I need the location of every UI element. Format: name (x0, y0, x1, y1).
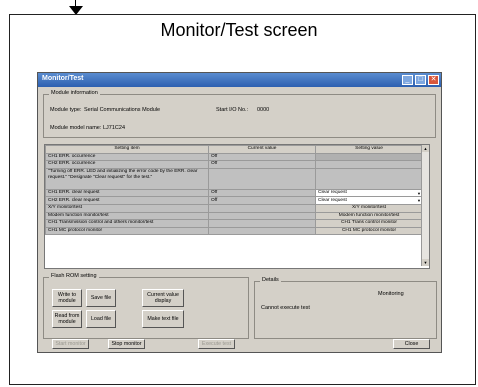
table-row: X/Y monitor/test X/Y monitor/test (45, 203, 423, 213)
cell-setting (315, 160, 423, 169)
start-io-label: Start I/O No.: (216, 107, 249, 113)
cell-current (208, 211, 316, 221)
settings-grid: Setting item Current value Setting value… (44, 144, 430, 269)
load-file-button[interactable]: Load file (86, 310, 116, 328)
cell-item: "Turning off ERR. LED and initializing t… (45, 167, 209, 190)
cell-item: Modem function monitor/test (45, 211, 209, 221)
ch2-clear-request-select[interactable]: Clear request ▼ (315, 196, 423, 205)
header-current-value[interactable]: Current value (208, 145, 316, 154)
module-type-label: Module type: (50, 107, 82, 113)
window-title: Monitor/Test (42, 75, 84, 82)
cell-current: Off (208, 152, 316, 162)
select-value: Clear request (318, 190, 347, 196)
table-row: CH1 ERR. clear request Off Clear request… (45, 188, 423, 198)
cell-current (208, 226, 316, 236)
cell-current: Off (208, 188, 316, 198)
trans-control-monitor-button[interactable]: CH1 Trans control monitor (315, 219, 423, 228)
cell-current (208, 219, 316, 228)
start-monitor-button[interactable]: Start monitor (52, 339, 89, 349)
cell-item: X/Y monitor/test (45, 203, 209, 213)
settings-table: Setting item Current value Setting value… (45, 145, 423, 236)
scroll-down-icon[interactable]: ▼ (422, 259, 429, 266)
monitor-test-window: Monitor/Test _ □ ✕ Module information Mo… (37, 72, 442, 353)
maximize-icon[interactable]: □ (415, 75, 426, 85)
mc-protocol-monitor-button[interactable]: CH1 MC protocol monitor (315, 226, 423, 236)
cell-setting (315, 152, 423, 162)
module-info-group: Module information (43, 90, 436, 138)
cell-item: CH2 ERR. occurrence (45, 160, 209, 169)
module-type-value: Serial Communications Module (84, 107, 161, 113)
save-file-button[interactable]: Save file (86, 289, 116, 307)
cell-current (208, 167, 316, 190)
table-row: CH2 ERR. clear request Off Clear request… (45, 196, 423, 205)
make-text-file-button[interactable]: Make text file (142, 310, 184, 328)
close-icon[interactable]: ✕ (428, 75, 439, 85)
cell-current: Off (208, 160, 316, 169)
cell-item: CH1 ERR. clear request (45, 188, 209, 198)
table-row: CH1 ERR. occurrence Off (45, 152, 423, 162)
cell-current (208, 203, 316, 213)
table-row: CH1 Transmission control and others moni… (45, 219, 423, 228)
read-from-module-button[interactable]: Read from module (52, 310, 82, 328)
table-row: CH1 MC protocol monitor CH1 MC protocol … (45, 226, 423, 236)
cell-setting (315, 167, 423, 190)
stop-monitor-button[interactable]: Stop monitor (108, 339, 145, 349)
table-row: "Turning off ERR. LED and initializing t… (45, 167, 423, 190)
cell-current: Off (208, 196, 316, 205)
grid-scrollbar[interactable]: ▲ ▼ (421, 145, 429, 266)
table-row: Modem function monitor/test Modem functi… (45, 211, 423, 221)
cell-item: CH1 Transmission control and others moni… (45, 219, 209, 228)
flash-rom-group: Flash ROM setting (43, 273, 249, 339)
module-info-label: Module information (49, 90, 100, 96)
monitoring-status: Monitoring (378, 291, 404, 297)
execute-test-button[interactable]: Execute test (198, 339, 235, 349)
title-bar: Monitor/Test _ □ ✕ (38, 73, 441, 87)
modem-monitor-button[interactable]: Modem function monitor/test (315, 211, 423, 221)
module-model-value: LJ71C24 (103, 125, 126, 131)
select-value: Clear request (318, 197, 347, 203)
close-button[interactable]: Close (393, 339, 430, 349)
minimize-icon[interactable]: _ (402, 75, 413, 85)
header-setting-item[interactable]: Setting item (45, 145, 209, 154)
ch1-clear-request-select[interactable]: Clear request ▼ (315, 188, 423, 198)
write-to-module-button[interactable]: Write to module (52, 289, 82, 307)
figure-caption: Monitor/Test screen (160, 20, 318, 40)
table-row: CH2 ERR. occurrence Off (45, 160, 423, 169)
cell-item: CH1 ERR. occurrence (45, 152, 209, 162)
module-model-label: Module model name: (50, 125, 102, 131)
cell-item: CH2 ERR. clear request (45, 196, 209, 205)
header-setting-value[interactable]: Setting value (315, 145, 423, 154)
details-label: Details (260, 277, 281, 283)
scroll-up-icon[interactable]: ▲ (422, 145, 429, 152)
start-io-value: 0000 (257, 107, 270, 113)
details-message: Cannot execute test (261, 305, 310, 311)
current-value-display-button[interactable]: Current value display (142, 289, 184, 307)
cell-item: CH1 MC protocol monitor (45, 226, 209, 236)
xy-monitor-button[interactable]: X/Y monitor/test (315, 203, 423, 213)
flash-rom-label: Flash ROM setting (49, 273, 99, 279)
